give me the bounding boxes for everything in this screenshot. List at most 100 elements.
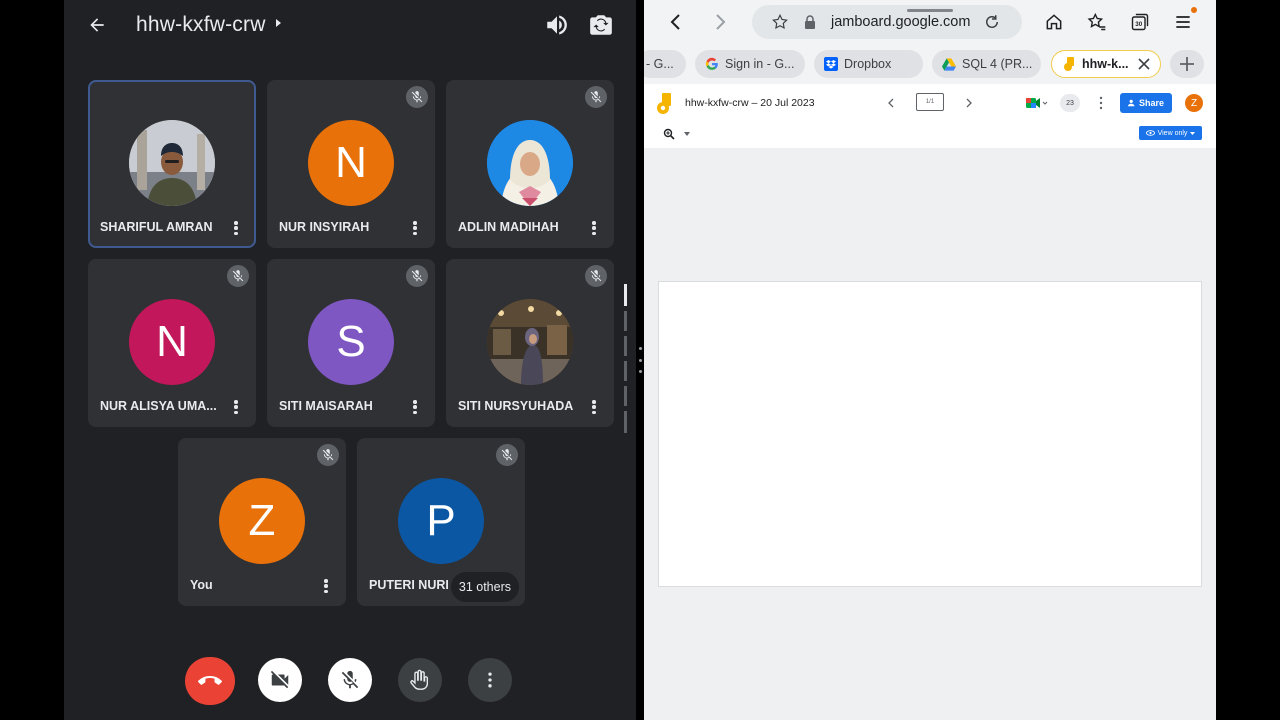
others-count-pill[interactable]: 31 others <box>450 572 519 602</box>
caret-right-icon[interactable] <box>276 19 281 27</box>
bookmarks-button[interactable] <box>1085 10 1109 34</box>
star-icon[interactable] <box>771 13 789 31</box>
more-vert-icon[interactable] <box>407 219 423 237</box>
meeting-code[interactable]: hhw-kxfw-crw <box>136 13 266 37</box>
tab-label: Sign in - G... <box>725 57 795 71</box>
participant-scrollbar[interactable] <box>624 284 627 434</box>
more-vert-icon[interactable] <box>586 398 602 416</box>
tab-label: hhw-k... <box>1082 57 1129 71</box>
tab-item[interactable]: Dropbox <box>814 50 923 78</box>
participant-tile[interactable]: SHARIFUL AMRAN <box>88 80 256 248</box>
participant-tile[interactable]: SITI NURSYUHADA <box>446 259 614 427</box>
meet-panel: hhw-kxfw-crw SHARIFUL AMRAN N NUR INSYIRAH… <box>64 0 636 720</box>
end-call-button[interactable] <box>185 657 235 705</box>
raise-hand-button[interactable] <box>398 658 442 702</box>
participant-tile[interactable]: N NUR ALISYA UMA... <box>88 259 256 427</box>
more-vert-icon[interactable] <box>586 219 602 237</box>
hand-icon <box>410 669 429 690</box>
drag-handle <box>907 9 953 12</box>
tab-switcher-button[interactable]: 30 <box>1128 10 1152 34</box>
camera-toggle-button[interactable] <box>258 658 302 702</box>
browser-menu-button[interactable] <box>1171 7 1197 34</box>
speaker-button[interactable] <box>544 12 570 38</box>
home-button[interactable] <box>1042 10 1066 34</box>
participant-avatar <box>129 120 215 206</box>
account-initial: Z <box>1190 97 1198 109</box>
more-vert-icon[interactable] <box>407 398 423 416</box>
mic-off-icon <box>406 86 428 108</box>
participant-tile[interactable]: N NUR INSYIRAH <box>267 80 435 248</box>
person-add-icon <box>1127 99 1135 107</box>
participant-avatar: Z <box>219 478 305 564</box>
url-text: jamboard.google.com <box>831 14 971 30</box>
participant-tile[interactable]: P PUTERI NURI 31 others <box>357 438 525 606</box>
browser-panel: jamboard.google.com 30 - G... Sign in - … <box>644 0 1216 720</box>
screen: hhw-kxfw-crw SHARIFUL AMRAN N NUR INSYIRAH… <box>0 0 1280 720</box>
participant-name: SITI NURSYUHADA <box>458 399 574 413</box>
participant-name: PUTERI NURI <box>369 578 449 592</box>
meet-button[interactable] <box>1025 95 1049 111</box>
new-tab-button[interactable] <box>1170 50 1204 78</box>
more-vert-icon[interactable] <box>228 398 244 416</box>
tab-strip: - G... Sign in - G... Dropbox SQL 4 (PR.… <box>644 44 1216 84</box>
speaker-icon <box>547 15 567 35</box>
tab-item[interactable]: SQL 4 (PR... <box>932 50 1041 78</box>
meet-top-bar: hhw-kxfw-crw <box>64 0 636 52</box>
scrollbar-segments <box>624 284 627 433</box>
participant-tile[interactable]: ADLIN MADIHAH <box>446 80 614 248</box>
tab-item-active[interactable]: hhw-k... <box>1051 50 1161 78</box>
dropbox-icon <box>824 57 838 71</box>
jam-title[interactable]: hhw-kxfw-crw – 20 Jul 2023 <box>685 97 815 109</box>
camera-off-icon <box>270 670 289 689</box>
jamboard-header: hhw-kxfw-crw – 20 Jul 2023 1/1 23 Share … <box>644 84 1216 148</box>
more-vert-icon <box>488 672 492 688</box>
zoom-icon[interactable] <box>663 128 675 140</box>
share-button[interactable]: Share <box>1120 93 1172 113</box>
google-g-icon <box>705 57 719 71</box>
participant-count: 23 <box>1066 99 1074 107</box>
participant-count-badge[interactable]: 23 <box>1060 94 1080 112</box>
participant-name: ADLIN MADIHAH <box>458 220 559 234</box>
split-divider[interactable] <box>636 0 644 720</box>
participant-name: You <box>190 578 213 592</box>
browser-forward-button[interactable] <box>708 10 732 34</box>
participant-name: NUR INSYIRAH <box>279 220 370 234</box>
more-vert-icon[interactable] <box>1098 96 1104 110</box>
participant-name: NUR ALISYA UMA... <box>100 399 216 413</box>
account-avatar[interactable]: Z <box>1185 94 1203 112</box>
microphone-toggle-button[interactable] <box>328 658 372 702</box>
chevron-right-icon <box>716 14 726 30</box>
participant-avatar <box>487 120 573 206</box>
more-vert-icon[interactable] <box>318 577 334 595</box>
menu-icon <box>1176 16 1190 28</box>
jamboard-icon <box>1062 57 1076 71</box>
view-only-button[interactable]: View only <box>1139 126 1202 140</box>
tab-item[interactable]: Sign in - G... <box>695 50 805 78</box>
back-button[interactable] <box>82 10 112 40</box>
participant-name: SITI MAISARAH <box>279 399 373 413</box>
participant-tile[interactable]: Z You <box>178 438 346 606</box>
reload-icon[interactable] <box>983 13 1001 31</box>
participant-avatar <box>487 299 573 385</box>
prev-frame-icon[interactable] <box>887 98 895 108</box>
eye-icon <box>1145 130 1155 136</box>
participant-avatar: S <box>308 299 394 385</box>
switch-camera-button[interactable] <box>588 12 614 38</box>
url-field[interactable]: jamboard.google.com <box>752 5 1022 39</box>
participant-tile[interactable]: S SITI MAISARAH <box>267 259 435 427</box>
mic-off-icon <box>585 86 607 108</box>
more-options-button[interactable] <box>468 658 512 702</box>
tab-item[interactable]: - G... <box>644 50 686 78</box>
plus-icon <box>1180 57 1194 71</box>
more-vert-icon[interactable] <box>228 219 244 237</box>
chevron-down-icon[interactable] <box>684 132 690 136</box>
google-meet-icon <box>1026 98 1048 108</box>
drag-handle-icon[interactable] <box>638 347 642 373</box>
close-icon[interactable] <box>1138 58 1150 70</box>
jam-canvas[interactable] <box>658 281 1202 587</box>
next-frame-icon[interactable] <box>965 98 973 108</box>
frame-counter[interactable]: 1/1 <box>916 93 944 111</box>
browser-back-button[interactable] <box>664 10 688 34</box>
jamboard-logo-icon[interactable] <box>657 93 671 115</box>
share-label: Share <box>1138 98 1164 108</box>
